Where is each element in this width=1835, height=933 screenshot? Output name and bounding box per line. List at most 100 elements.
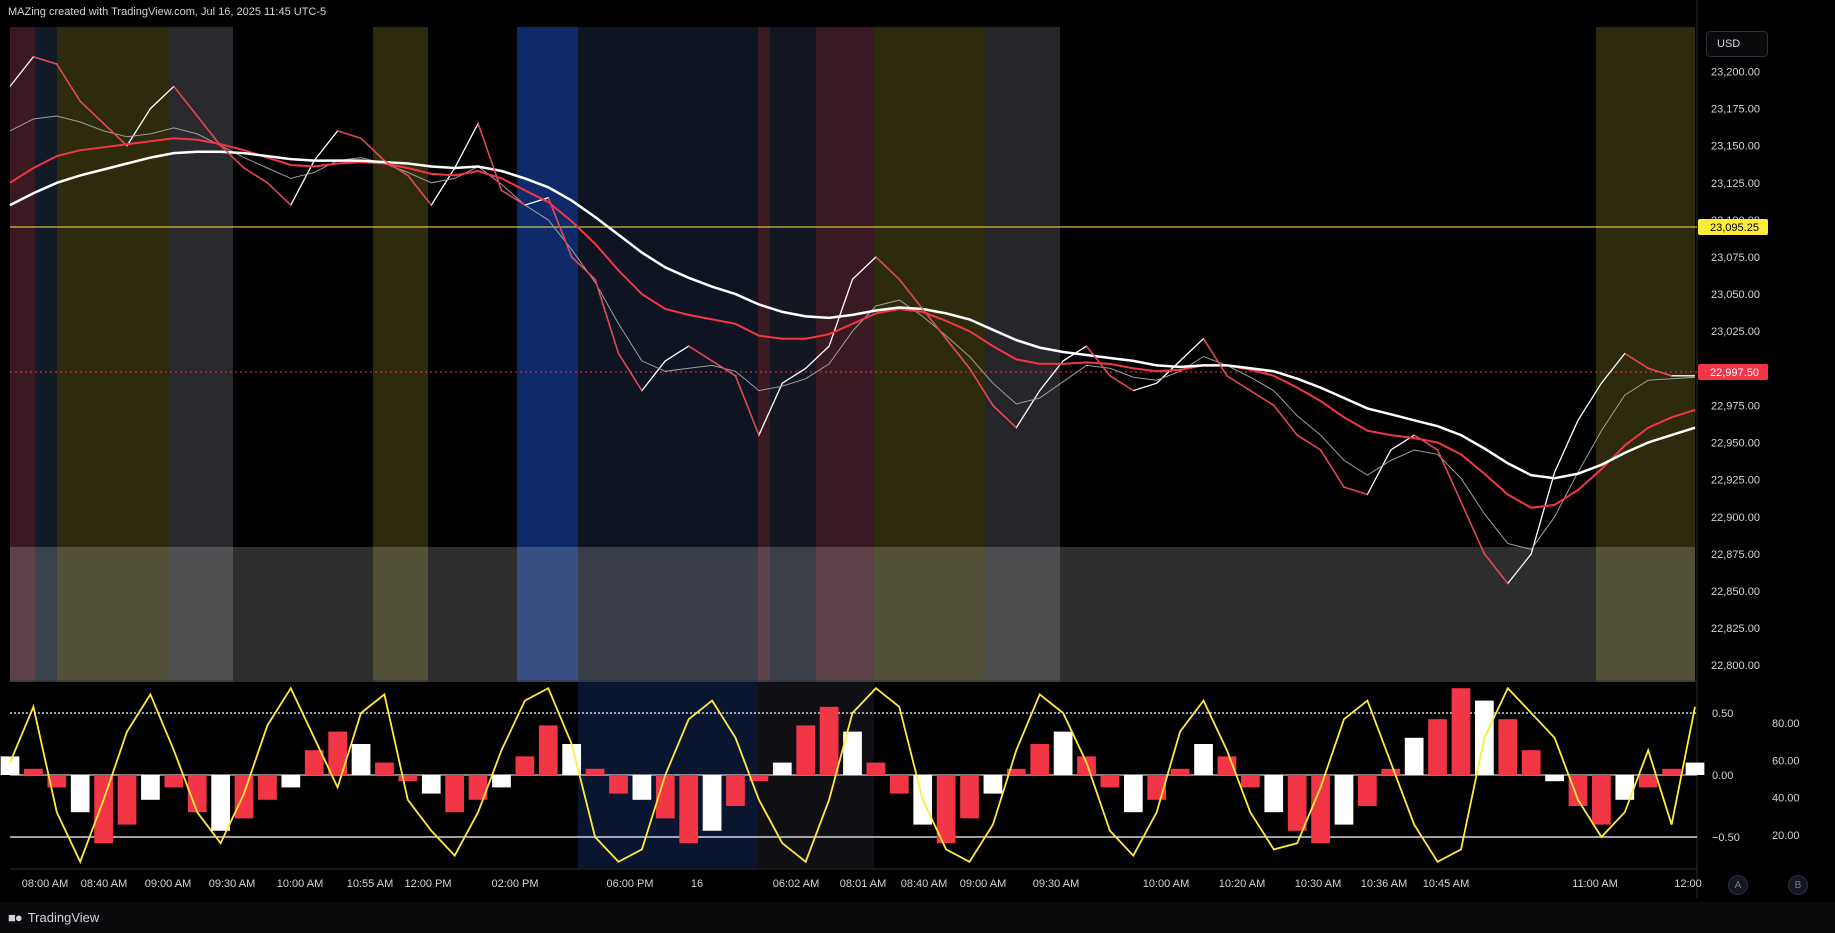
histogram-bar xyxy=(1030,744,1050,775)
histogram-bar xyxy=(1100,775,1120,788)
histogram-bar xyxy=(819,706,839,775)
price-tick-label: 23,150.00 xyxy=(1711,141,1760,153)
down-segment xyxy=(1436,449,1462,503)
histogram-bar xyxy=(609,775,628,794)
osc-right-tick: 40.00 xyxy=(1772,793,1800,805)
histogram-bar xyxy=(1053,731,1073,775)
histogram-bar xyxy=(983,775,1003,794)
osc-right-tick: 60.00 xyxy=(1772,755,1800,767)
histogram-bar xyxy=(702,775,722,831)
osc-left-tick: 0.00 xyxy=(1712,770,1733,782)
price-label-text: 23,095.25 xyxy=(1710,222,1759,234)
auto-scale-button[interactable]: A xyxy=(1728,875,1748,895)
tradingview-logo[interactable]: ■● TradingView xyxy=(8,910,99,925)
time-tick-label: 10:00 AM xyxy=(277,878,323,890)
histogram-bar xyxy=(1592,775,1611,825)
down-segment xyxy=(243,167,268,184)
down-segment xyxy=(1109,375,1134,392)
histogram-bar xyxy=(421,775,441,794)
histogram-bar xyxy=(1685,762,1705,775)
histogram-bar xyxy=(1381,768,1401,775)
histogram-bar xyxy=(1358,775,1377,806)
down-segment xyxy=(266,182,292,206)
footer-bar: ■● TradingView xyxy=(0,902,1835,933)
down-segment xyxy=(1273,405,1298,436)
time-tick-label: 08:00 AM xyxy=(22,878,68,890)
histogram-bar xyxy=(889,775,909,794)
price-tick-label: 23,050.00 xyxy=(1711,289,1760,301)
chart-canvas[interactable]: 23,200.0023,175.0023,150.0023,125.0023,1… xyxy=(0,0,1835,933)
price-tick-label: 23,200.00 xyxy=(1711,67,1760,79)
histogram-bar xyxy=(866,762,886,775)
log-scale-button[interactable]: B xyxy=(1788,875,1808,895)
histogram-bar xyxy=(1662,768,1681,775)
histogram-bar xyxy=(375,762,394,775)
time-tick-label: 09:30 AM xyxy=(1033,878,1079,890)
histogram-bar xyxy=(796,725,816,775)
histogram-bar xyxy=(1264,775,1284,813)
time-tick-label: 08:01 AM xyxy=(840,878,886,890)
time-tick-label: 06:02 AM xyxy=(773,878,819,890)
time-tick-label: 09:00 AM xyxy=(960,878,1006,890)
histogram-bar xyxy=(281,775,301,788)
price-tick-label: 22,975.00 xyxy=(1711,400,1760,412)
price-tick-label: 23,175.00 xyxy=(1711,104,1760,116)
histogram-bar xyxy=(1521,750,1541,775)
price-tick-label: 22,950.00 xyxy=(1711,438,1760,450)
osc-right-tick: 80.00 xyxy=(1772,718,1800,730)
histogram-bar xyxy=(234,775,254,819)
histogram-bar xyxy=(1194,744,1213,775)
histogram-bar xyxy=(0,756,20,775)
down-segment xyxy=(1343,486,1368,496)
histogram-bar xyxy=(1498,719,1518,775)
price-tick-label: 23,075.00 xyxy=(1711,252,1760,264)
price-tick-label: 23,125.00 xyxy=(1711,178,1760,190)
time-tick-label: 12:00 xyxy=(1674,878,1702,890)
time-tick-label: 08:40 AM xyxy=(81,878,127,890)
brand-label: TradingView xyxy=(27,910,100,925)
osc-right-tick: 20.00 xyxy=(1772,830,1800,842)
time-tick-label: 16 xyxy=(691,878,703,890)
time-tick-label: 11:00 AM xyxy=(1572,878,1618,890)
time-tick-label: 12:00 PM xyxy=(404,878,451,890)
oscillator-axis[interactable]: 0.50 0.00 −0.50 80.00 60.00 40.00 20.00 xyxy=(1712,708,1800,844)
price-tick-label: 22,825.00 xyxy=(1711,623,1760,635)
histogram-bar xyxy=(632,775,652,800)
price-tick-label: 22,800.00 xyxy=(1711,660,1760,672)
histogram-bar xyxy=(24,768,43,775)
price-tick-label: 23,025.00 xyxy=(1711,326,1760,338)
histogram-bar xyxy=(1428,719,1447,775)
histogram-bar xyxy=(1240,775,1260,788)
volume-profile-zone xyxy=(10,547,1695,682)
histogram-bar xyxy=(492,775,511,788)
histogram-bar xyxy=(398,775,418,782)
price-axis[interactable]: 23,200.0023,175.0023,150.0023,125.0023,1… xyxy=(1698,67,1768,673)
down-segment xyxy=(1460,501,1485,555)
time-axis[interactable]: 08:00 AM 08:40 AM 09:00 AM 09:30 AM 10:00 AM… xyxy=(22,878,1702,890)
histogram-bar xyxy=(1287,775,1307,831)
histogram-bar xyxy=(211,775,230,831)
histogram-bar xyxy=(1404,737,1424,775)
histogram-bar xyxy=(258,775,277,800)
histogram-bar xyxy=(164,775,184,788)
time-tick-label: 08:40 AM xyxy=(901,878,947,890)
down-segment xyxy=(1320,449,1345,488)
histogram-bar xyxy=(1638,775,1658,788)
down-segment xyxy=(1086,345,1111,377)
histogram-bar xyxy=(538,725,558,775)
down-segment xyxy=(477,123,503,191)
price-label-text: 22,997.50 xyxy=(1710,367,1759,379)
histogram-bar xyxy=(117,775,137,825)
histogram-bar xyxy=(585,768,605,775)
currency-selector[interactable]: USD xyxy=(1706,31,1768,57)
histogram-bar xyxy=(94,775,113,844)
price-tick-label: 22,850.00 xyxy=(1711,586,1760,598)
histogram-bar xyxy=(304,750,324,775)
histogram-bar xyxy=(1334,775,1354,825)
osc-left-tick: 0.50 xyxy=(1712,708,1733,720)
tradingview-logo-icon: ■● xyxy=(8,910,23,925)
price-tick-label: 22,925.00 xyxy=(1711,475,1760,487)
time-tick-label: 02:00 PM xyxy=(491,878,538,890)
osc-left-tick: −0.50 xyxy=(1712,832,1740,844)
time-tick-label: 06:00 PM xyxy=(606,878,653,890)
